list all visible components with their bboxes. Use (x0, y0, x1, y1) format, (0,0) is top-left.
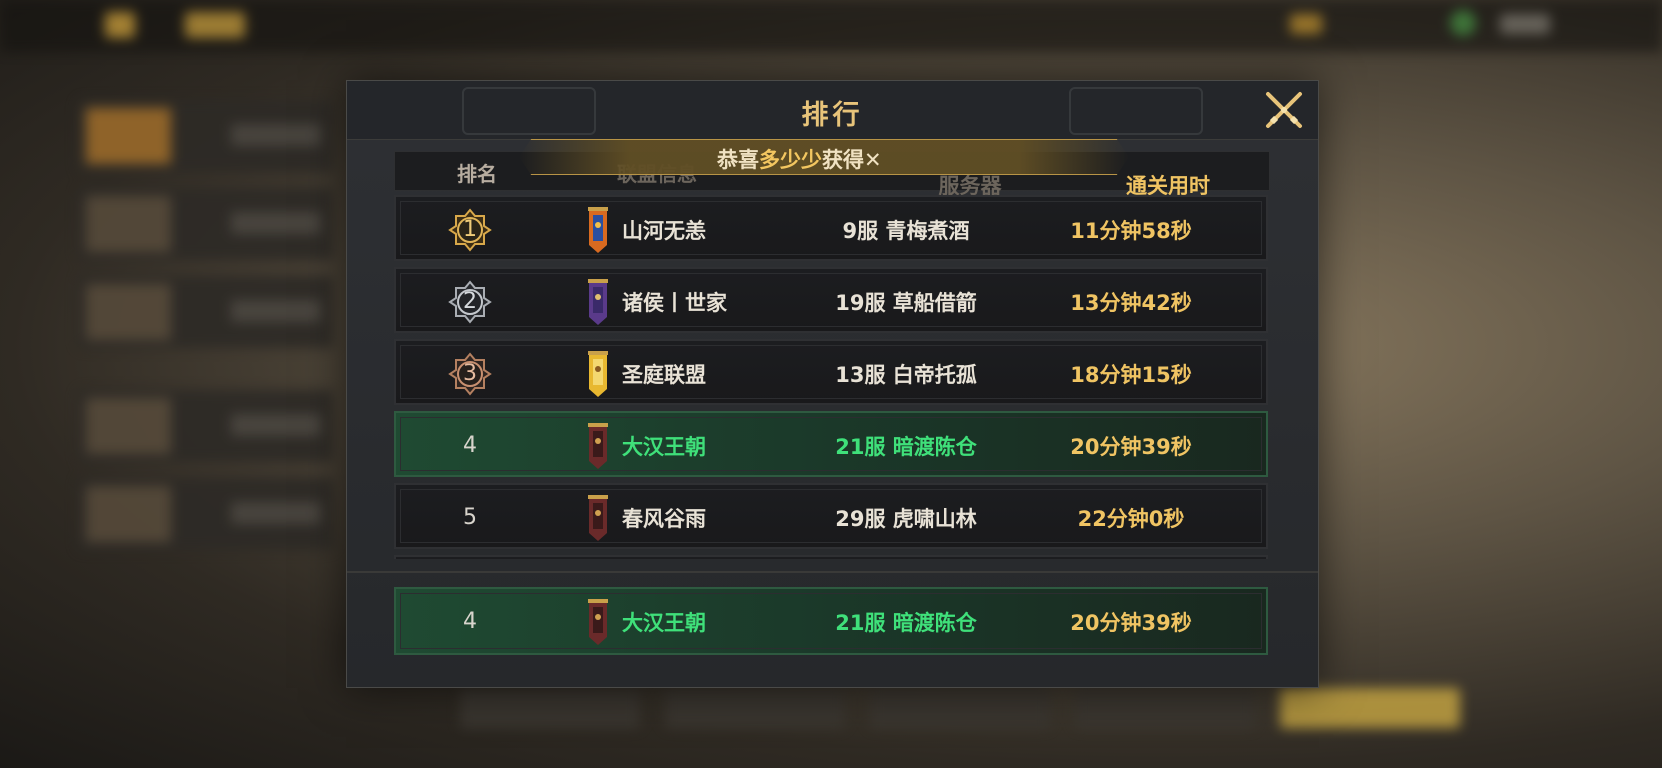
alliance-name: 圣庭联盟 (622, 363, 706, 387)
table-row-partial[interactable] (394, 555, 1268, 559)
clear-time: 20分钟39秒 (1070, 435, 1192, 459)
alliance-banner-icon (588, 599, 608, 645)
rank-number: 1 (463, 217, 477, 242)
background-sidebar (78, 100, 333, 550)
server-name: 21服 暗渡陈仓 (835, 435, 977, 459)
table-row-self[interactable]: 4 大汉王朝 21服 暗渡陈仓 20分钟39秒 (394, 587, 1268, 655)
my-rank-row: 4 大汉王朝 21服 暗渡陈仓 20分钟39秒 (394, 587, 1268, 655)
dialog-title: 排行 (801, 100, 864, 131)
alliance-name: 大汉王朝 (622, 435, 706, 459)
rank-cell: 4 (446, 598, 494, 646)
cross-icon: ✕ (864, 148, 882, 172)
alliance-banner-icon (588, 279, 608, 325)
announcement-text: 恭喜多少少获得✕ (717, 144, 882, 174)
alliance-name: 大汉王朝 (622, 611, 706, 635)
rank-number: 4 (463, 609, 477, 634)
rank-cell: 4 (446, 422, 494, 470)
clear-time: 18分钟15秒 (1070, 363, 1192, 387)
table-row[interactable]: 2 诸侯丨世家 19服 草船借箭 13分钟42秒 (394, 267, 1268, 333)
list-divider (347, 571, 1318, 573)
crossed-swords-icon[interactable] (1262, 88, 1306, 132)
dialog-header: 排行 (347, 81, 1318, 140)
rank-cell: 3 (446, 350, 494, 398)
server-name: 13服 白帝托孤 (835, 363, 977, 387)
announcement-prefix: 恭喜 (717, 148, 759, 172)
background-topbar (0, 0, 1662, 52)
clear-time: 20分钟39秒 (1070, 611, 1192, 635)
clear-time: 13分钟42秒 (1070, 291, 1192, 315)
rank-number: 3 (463, 361, 477, 386)
alliance-banner-icon (588, 207, 608, 253)
rank-cell: 1 (446, 206, 494, 254)
server-name: 19服 草船借箭 (835, 291, 977, 315)
table-row[interactable]: 1 山河无恙 9服 青梅煮酒 11分钟58秒 (394, 195, 1268, 261)
clear-time: 11分钟58秒 (1070, 219, 1192, 243)
ranking-list[interactable]: 1 山河无恙 9服 青梅煮酒 11分钟58秒 2 诸侯丨世家 19服 草船借箭 … (394, 195, 1268, 559)
rank-number: 2 (463, 289, 477, 314)
alliance-banner-icon (588, 423, 608, 469)
alliance-banner-icon (588, 351, 608, 397)
announcement-suffix: 获得 (822, 148, 864, 172)
alliance-name: 春风谷雨 (622, 507, 706, 531)
ranking-dialog: 排行 排名 联盟信息 服务器 通关用时 恭喜多少少获得✕ (346, 80, 1319, 688)
rank-number: 5 (463, 505, 477, 530)
table-row[interactable]: 3 圣庭联盟 13服 白帝托孤 18分钟15秒 (394, 339, 1268, 405)
rank-number: 4 (463, 433, 477, 458)
server-name: 9服 青梅煮酒 (842, 219, 970, 243)
announcement-player: 多少少 (759, 148, 822, 172)
server-name: 21服 暗渡陈仓 (835, 611, 977, 635)
rank-cell: 5 (446, 494, 494, 542)
table-row-self[interactable]: 4 大汉王朝 21服 暗渡陈仓 20分钟39秒 (394, 411, 1268, 477)
alliance-name: 山河无恙 (622, 219, 706, 243)
close-button[interactable] (1262, 88, 1306, 132)
alliance-banner-icon (588, 495, 608, 541)
rank-cell: 2 (446, 278, 494, 326)
clear-time: 22分钟0秒 (1077, 507, 1185, 531)
alliance-name: 诸侯丨世家 (622, 291, 727, 315)
server-name: 29服 虎啸山林 (835, 507, 977, 531)
background-bottom-tabs (460, 688, 1470, 730)
table-row[interactable]: 5 春风谷雨 29服 虎啸山林 22分钟0秒 (394, 483, 1268, 549)
header-rank: 排名 (457, 162, 497, 186)
